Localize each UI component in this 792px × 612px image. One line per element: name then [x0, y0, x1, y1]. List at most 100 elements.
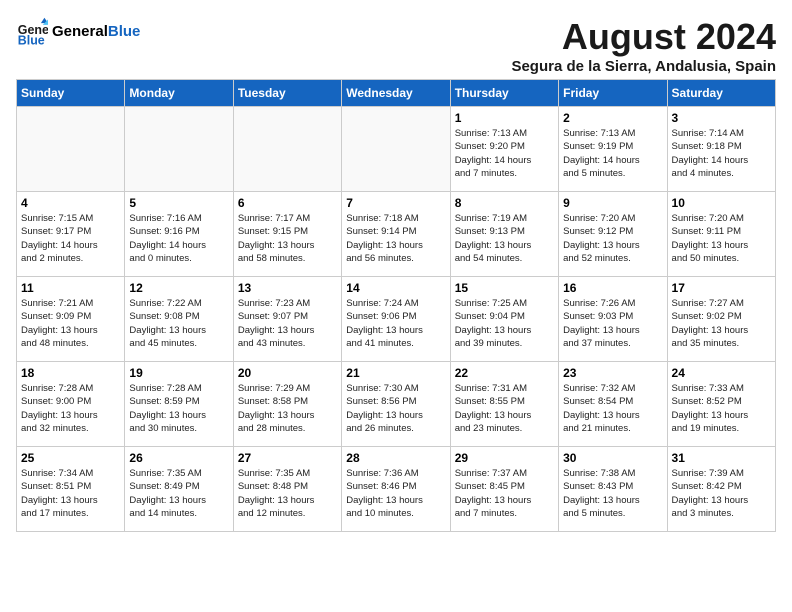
logo-general-text: General — [52, 23, 108, 40]
day-cell: 31Sunrise: 7:39 AM Sunset: 8:42 PM Dayli… — [667, 447, 775, 532]
day-info: Sunrise: 7:19 AM Sunset: 9:13 PM Dayligh… — [455, 212, 554, 265]
day-info: Sunrise: 7:35 AM Sunset: 8:49 PM Dayligh… — [129, 467, 228, 520]
day-cell: 4 Sunrise: 7:15 AM Sunset: 9:17 PM Daylig… — [17, 192, 125, 277]
day-cell: 12 Sunrise: 7:22 AM Sunset: 9:08 PM Dayli… — [125, 277, 233, 362]
day-cell: 10Sunrise: 7:20 AM Sunset: 9:11 PM Dayli… — [667, 192, 775, 277]
day-cell: 30 Sunrise: 7:38 AM Sunset: 8:43 PM Dayli… — [559, 447, 667, 532]
day-info: Sunrise: 7:27 AM Sunset: 9:02 PM Dayligh… — [672, 297, 771, 350]
day-number: 9 — [563, 196, 662, 210]
day-number: 15 — [455, 281, 554, 295]
day-info: Sunrise: 7:16 AM Sunset: 9:16 PM Dayligh… — [129, 212, 228, 265]
day-number: 23 — [563, 366, 662, 380]
day-number: 21 — [346, 366, 445, 380]
day-cell: 3 Sunrise: 7:14 AM Sunset: 9:18 PM Daylig… — [667, 107, 775, 192]
day-cell: 8Sunrise: 7:19 AM Sunset: 9:13 PM Daylig… — [450, 192, 558, 277]
day-info: Sunrise: 7:39 AM Sunset: 8:42 PM Dayligh… — [672, 467, 771, 520]
day-info: Sunrise: 7:25 AM Sunset: 9:04 PM Dayligh… — [455, 297, 554, 350]
day-number: 11 — [21, 281, 120, 295]
svg-text:Blue: Blue — [18, 33, 45, 47]
day-cell: 11 Sunrise: 7:21 AM Sunset: 9:09 PM Dayli… — [17, 277, 125, 362]
day-cell — [17, 107, 125, 192]
day-number: 5 — [129, 196, 228, 210]
day-cell: 27Sunrise: 7:35 AM Sunset: 8:48 PM Dayli… — [233, 447, 341, 532]
day-number: 3 — [672, 111, 771, 125]
day-info: Sunrise: 7:28 AM Sunset: 9:00 PM Dayligh… — [21, 382, 120, 435]
day-number: 29 — [455, 451, 554, 465]
day-info: Sunrise: 7:29 AM Sunset: 8:58 PM Dayligh… — [238, 382, 337, 435]
day-info: Sunrise: 7:37 AM Sunset: 8:45 PM Dayligh… — [455, 467, 554, 520]
day-info: Sunrise: 7:14 AM Sunset: 9:18 PM Dayligh… — [672, 127, 771, 180]
logo-blue-text: Blue — [108, 23, 141, 40]
weekday-header-row: SundayMondayTuesdayWednesdayThursdayFrid… — [17, 80, 776, 107]
day-cell: 21 Sunrise: 7:30 AM Sunset: 8:56 PM Dayli… — [342, 362, 450, 447]
day-info: Sunrise: 7:31 AM Sunset: 8:55 PM Dayligh… — [455, 382, 554, 435]
day-number: 6 — [238, 196, 337, 210]
day-number: 19 — [129, 366, 228, 380]
day-info: Sunrise: 7:22 AM Sunset: 9:08 PM Dayligh… — [129, 297, 228, 350]
week-row-5: 25 Sunrise: 7:34 AM Sunset: 8:51 PM Dayli… — [17, 447, 776, 532]
day-number: 18 — [21, 366, 120, 380]
day-cell: 19 Sunrise: 7:28 AM Sunset: 8:59 PM Dayli… — [125, 362, 233, 447]
day-cell: 22Sunrise: 7:31 AM Sunset: 8:55 PM Dayli… — [450, 362, 558, 447]
day-cell: 23 Sunrise: 7:32 AM Sunset: 8:54 PM Dayli… — [559, 362, 667, 447]
day-number: 14 — [346, 281, 445, 295]
day-info: Sunrise: 7:20 AM Sunset: 9:11 PM Dayligh… — [672, 212, 771, 265]
day-number: 24 — [672, 366, 771, 380]
week-row-2: 4 Sunrise: 7:15 AM Sunset: 9:17 PM Daylig… — [17, 192, 776, 277]
day-cell: 2 Sunrise: 7:13 AM Sunset: 9:19 PM Daylig… — [559, 107, 667, 192]
day-number: 7 — [346, 196, 445, 210]
day-info: Sunrise: 7:35 AM Sunset: 8:48 PM Dayligh… — [238, 467, 337, 520]
day-cell: 18 Sunrise: 7:28 AM Sunset: 9:00 PM Dayli… — [17, 362, 125, 447]
day-cell — [342, 107, 450, 192]
day-info: Sunrise: 7:38 AM Sunset: 8:43 PM Dayligh… — [563, 467, 662, 520]
day-number: 25 — [21, 451, 120, 465]
day-number: 1 — [455, 111, 554, 125]
day-number: 16 — [563, 281, 662, 295]
day-number: 4 — [21, 196, 120, 210]
day-cell — [233, 107, 341, 192]
day-info: Sunrise: 7:21 AM Sunset: 9:09 PM Dayligh… — [21, 297, 120, 350]
day-cell: 17 Sunrise: 7:27 AM Sunset: 9:02 PM Dayli… — [667, 277, 775, 362]
day-cell: 15 Sunrise: 7:25 AM Sunset: 9:04 PM Dayli… — [450, 277, 558, 362]
day-cell: 28Sunrise: 7:36 AM Sunset: 8:46 PM Dayli… — [342, 447, 450, 532]
day-info: Sunrise: 7:32 AM Sunset: 8:54 PM Dayligh… — [563, 382, 662, 435]
day-cell: 5 Sunrise: 7:16 AM Sunset: 9:16 PM Daylig… — [125, 192, 233, 277]
day-info: Sunrise: 7:15 AM Sunset: 9:17 PM Dayligh… — [21, 212, 120, 265]
week-row-1: 1 Sunrise: 7:13 AM Sunset: 9:20 PM Daylig… — [17, 107, 776, 192]
title-block: August 2024 Segura de la Sierra, Andalus… — [511, 16, 776, 75]
day-number: 30 — [563, 451, 662, 465]
calendar-table: SundayMondayTuesdayWednesdayThursdayFrid… — [16, 79, 776, 532]
day-info: Sunrise: 7:24 AM Sunset: 9:06 PM Dayligh… — [346, 297, 445, 350]
day-cell: 24 Sunrise: 7:33 AM Sunset: 8:52 PM Dayli… — [667, 362, 775, 447]
day-info: Sunrise: 7:26 AM Sunset: 9:03 PM Dayligh… — [563, 297, 662, 350]
day-cell: 9 Sunrise: 7:20 AM Sunset: 9:12 PM Daylig… — [559, 192, 667, 277]
day-info: Sunrise: 7:23 AM Sunset: 9:07 PM Dayligh… — [238, 297, 337, 350]
logo: General Blue GeneralBlue — [16, 16, 140, 48]
day-number: 13 — [238, 281, 337, 295]
day-info: Sunrise: 7:13 AM Sunset: 9:20 PM Dayligh… — [455, 127, 554, 180]
day-info: Sunrise: 7:13 AM Sunset: 9:19 PM Dayligh… — [563, 127, 662, 180]
weekday-header-tuesday: Tuesday — [233, 80, 341, 107]
day-number: 12 — [129, 281, 228, 295]
month-year-title: August 2024 — [511, 16, 776, 58]
location-subtitle: Segura de la Sierra, Andalusia, Spain — [511, 58, 776, 75]
weekday-header-sunday: Sunday — [17, 80, 125, 107]
day-number: 28 — [346, 451, 445, 465]
day-number: 2 — [563, 111, 662, 125]
day-cell: 14 Sunrise: 7:24 AM Sunset: 9:06 PM Dayli… — [342, 277, 450, 362]
day-number: 17 — [672, 281, 771, 295]
day-info: Sunrise: 7:33 AM Sunset: 8:52 PM Dayligh… — [672, 382, 771, 435]
day-info: Sunrise: 7:20 AM Sunset: 9:12 PM Dayligh… — [563, 212, 662, 265]
weekday-header-monday: Monday — [125, 80, 233, 107]
weekday-header-thursday: Thursday — [450, 80, 558, 107]
day-cell — [125, 107, 233, 192]
day-cell: 29 Sunrise: 7:37 AM Sunset: 8:45 PM Dayli… — [450, 447, 558, 532]
page-header: General Blue GeneralBlue August 2024 Seg… — [16, 16, 776, 75]
logo-icon: General Blue — [16, 16, 48, 48]
day-cell: 6Sunrise: 7:17 AM Sunset: 9:15 PM Daylig… — [233, 192, 341, 277]
day-info: Sunrise: 7:28 AM Sunset: 8:59 PM Dayligh… — [129, 382, 228, 435]
day-info: Sunrise: 7:30 AM Sunset: 8:56 PM Dayligh… — [346, 382, 445, 435]
weekday-header-wednesday: Wednesday — [342, 80, 450, 107]
day-cell: 20Sunrise: 7:29 AM Sunset: 8:58 PM Dayli… — [233, 362, 341, 447]
day-info: Sunrise: 7:34 AM Sunset: 8:51 PM Dayligh… — [21, 467, 120, 520]
